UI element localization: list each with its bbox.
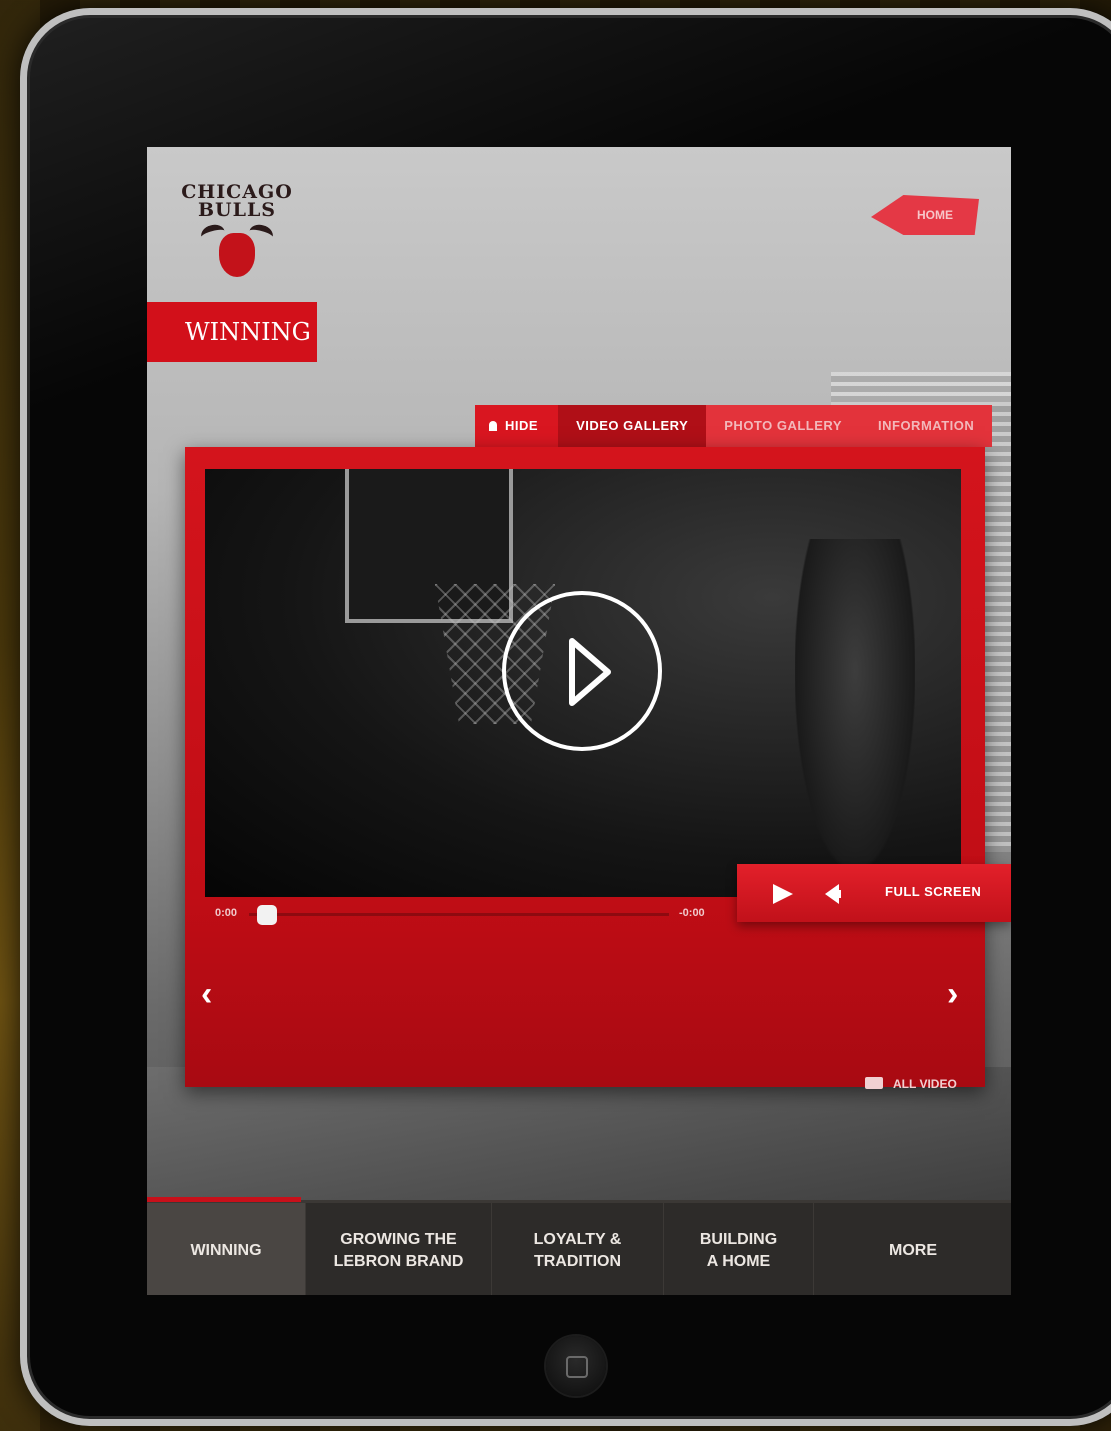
active-indicator (147, 1197, 301, 1202)
nav-item-loyalty-tradition[interactable]: LOYALTY & TRADITION (492, 1203, 664, 1295)
bull-head-icon (199, 222, 275, 279)
tab-information[interactable]: INFORMATION (860, 405, 993, 447)
video-frame[interactable] (205, 469, 961, 897)
next-video-button[interactable]: › (947, 977, 958, 1011)
play-icon[interactable] (773, 884, 793, 904)
tab-video-gallery[interactable]: VIDEO GALLERY (558, 405, 707, 447)
nav-item-growing-the-lebron-brand[interactable]: GROWING THE LEBRON BRAND (306, 1203, 492, 1295)
team-logo: CHICAGO BULLS (175, 183, 299, 279)
play-icon (569, 638, 611, 706)
device-home-button[interactable] (546, 1336, 606, 1396)
all-video-button[interactable]: ALL VIDEO (865, 1077, 957, 1091)
progress-scrubber[interactable] (257, 905, 277, 925)
full-screen-button[interactable]: FULL SCREEN (885, 884, 981, 899)
content-tabs: HIDE VIDEO GALLERY PHOTO GALLERY INFORMA… (475, 405, 993, 447)
tab-hide[interactable]: HIDE (475, 405, 559, 447)
nav-item-building-a-home[interactable]: BUILDING A HOME (664, 1203, 814, 1295)
play-button[interactable] (502, 591, 662, 751)
tab-hide-label: HIDE (505, 418, 539, 433)
nav-item-more[interactable]: MORE (814, 1203, 1011, 1295)
section-title: WINNING (147, 302, 317, 362)
tab-photo-gallery[interactable]: PHOTO GALLERY (706, 405, 860, 447)
app-screen: CHICAGO BULLS WINNING HOME HIDE VIDEO GA… (147, 147, 1011, 1295)
remaining-time: -0:00 (679, 907, 705, 919)
all-video-label: ALL VIDEO (893, 1077, 957, 1091)
progress-bar[interactable] (249, 913, 669, 916)
video-player: 0:00 -0:00 ‹ › ALL VIDEO (185, 447, 985, 1091)
folder-icon (865, 1077, 883, 1089)
mic-icon (489, 421, 497, 431)
volume-icon[interactable] (825, 884, 841, 904)
player-controls: FULL SCREEN (737, 864, 1011, 922)
previous-video-button[interactable]: ‹ (201, 977, 212, 1011)
player-image (795, 539, 915, 869)
logo-text-line2: BULLS (197, 199, 277, 221)
nav-item-winning[interactable]: WINNING (147, 1203, 306, 1295)
home-button[interactable]: HOME (871, 195, 979, 235)
current-time: 0:00 (215, 907, 238, 919)
bottom-navigation: WINNING GROWING THE LEBRON BRAND LOYALTY… (147, 1197, 1011, 1295)
